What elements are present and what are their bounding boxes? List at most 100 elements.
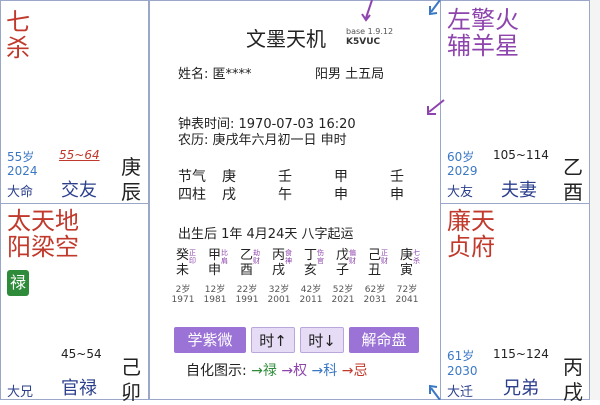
dayun-year: 2011 xyxy=(299,295,323,305)
blue-arrow-icon xyxy=(429,384,441,400)
dayun-year: 1981 xyxy=(203,295,227,305)
dayun-branch: 申 xyxy=(208,263,222,278)
dayun-age: 32岁 xyxy=(268,285,290,295)
dayun-god-top: 食 xyxy=(285,249,292,257)
dayun-god-bottom: 肩 xyxy=(221,257,228,265)
hua-label: 自化图示: xyxy=(186,363,247,379)
purple-arrow-icon xyxy=(427,99,445,115)
dayun-age: 52岁 xyxy=(332,285,354,295)
purple-arrow-icon xyxy=(361,0,373,22)
palace-chen[interactable]: 七杀 55岁 55~64 2024 大命 交友 庚 辰 xyxy=(0,0,149,204)
palace-stars-row2: 辅羊星 xyxy=(447,32,519,60)
age-label: 61岁 xyxy=(447,349,475,363)
dayun-god-bottom: 财 xyxy=(349,257,356,265)
palace-name: 官禄 xyxy=(61,378,97,399)
dayun-god-top: 七 xyxy=(413,249,420,257)
da-label: 大迁 xyxy=(447,385,474,400)
dayun-stem: 乙 xyxy=(240,248,254,263)
sizhu-label: 四柱 xyxy=(178,187,206,203)
decade-range: 115~124 xyxy=(493,347,549,361)
time-up-button[interactable]: 时↑ xyxy=(251,327,295,353)
dayun-age: 2岁 xyxy=(175,285,191,295)
dayun-branch: 亥 xyxy=(304,263,318,278)
palace-stars-row1: 左擎火 xyxy=(447,7,519,33)
right-edge-strip xyxy=(590,0,600,400)
palace-name: 夫妻 xyxy=(501,180,537,201)
age-label: 55岁 xyxy=(7,150,35,164)
name-field: 姓名: 匿**** xyxy=(178,67,252,82)
palace-stars-row1: 太天地 xyxy=(7,207,79,235)
blue-arrow-icon xyxy=(429,0,441,16)
dayun-stem: 庚 xyxy=(400,248,414,263)
hua-lu-arrow: → xyxy=(251,363,263,379)
pillar-branch: 午 xyxy=(278,187,292,203)
version-label: base 1.9.12 xyxy=(346,27,394,36)
dayun-god-top: 偏 xyxy=(349,249,356,257)
da-label: 大命 xyxy=(7,185,34,200)
dayun-year: 2031 xyxy=(363,295,387,305)
dayun-god-bottom: 财 xyxy=(381,257,388,265)
palace-you[interactable]: 左擎火 辅羊星 60岁 105~114 2029 大友 夫妻 乙 酉 xyxy=(440,0,590,204)
dayun-god-top: 正 xyxy=(381,249,388,257)
branch: 戌 xyxy=(563,380,583,404)
pillar-branch: 戌 xyxy=(222,187,236,203)
da-label: 大兄 xyxy=(7,385,34,400)
dayun-god-bottom: 神 xyxy=(285,257,292,265)
dayun-god-top: 比 xyxy=(221,249,228,257)
dayun-god-bottom: 财 xyxy=(253,257,260,265)
hua-quan-arrow: → xyxy=(281,363,294,379)
palace-stars-row2: 阳梁空 xyxy=(7,233,79,261)
branch: 辰 xyxy=(121,180,141,204)
palace-xu[interactable]: 廉天 贞府 61岁 115~124 2030 大迁 兄弟 丙 戌 xyxy=(440,203,590,404)
age-label: 60岁 xyxy=(447,150,475,164)
time-down-button[interactable]: 时↓ xyxy=(300,327,344,353)
dayun-god-top: 伤 xyxy=(317,249,324,257)
dayun-branch: 戌 xyxy=(272,263,286,278)
dayun-branch: 丑 xyxy=(368,263,382,278)
pillar-stem: 壬 xyxy=(390,169,404,185)
lunar-date: 农历: 庚戌年六月初一日 申时 xyxy=(178,133,347,148)
palace-name: 兄弟 xyxy=(503,378,539,399)
dayun-god-top: 劫 xyxy=(253,249,260,257)
jieming-button[interactable]: 解命盘 xyxy=(349,327,419,353)
dayun-branch: 子 xyxy=(336,263,350,278)
dayun-stem: 丁 xyxy=(304,248,318,263)
dayun-god-bottom: 官 xyxy=(317,257,324,265)
xue-ziwei-button[interactable]: 学紫微 xyxy=(174,327,246,353)
branch: 卯 xyxy=(121,380,141,404)
pillar-stem: 庚 xyxy=(222,169,236,185)
center-info-panel: 文墨天机 base 1.9.12 K5VUC 姓名: 匿**** 阳男 土五局 … xyxy=(149,0,441,400)
decade-range: 105~114 xyxy=(493,148,549,162)
hua-quan: 权 xyxy=(293,363,308,379)
decade-range: 45~54 xyxy=(61,347,102,361)
palace-mao[interactable]: 太天地 阳梁空 禄 45~54 大兄 官禄 己 卯 xyxy=(0,203,149,404)
dayun-stem: 戊 xyxy=(336,248,350,263)
gender-bureau: 阳男 土五局 xyxy=(315,67,385,82)
pillar-stem: 甲 xyxy=(334,169,348,185)
app-title: 文墨天机 xyxy=(246,27,326,51)
dayun-god-bottom: 印 xyxy=(189,257,196,265)
dayun-year: 1971 xyxy=(171,295,195,305)
luck-start: 出生后 1年 4月24天 八字起运 xyxy=(178,227,354,242)
hua-ke-arrow: → xyxy=(311,363,324,379)
dayun-age: 22岁 xyxy=(236,285,258,295)
dayun-stem: 丙 xyxy=(272,248,286,263)
hua-lu: 禄 xyxy=(262,363,277,379)
dayun-branch: 寅 xyxy=(400,263,414,278)
hua-ke: 科 xyxy=(323,363,338,379)
hua-ji-arrow: → xyxy=(341,363,354,379)
branch: 酉 xyxy=(563,180,583,204)
palace-name: 交友 xyxy=(61,180,97,201)
dayun-year: 2041 xyxy=(395,295,419,305)
dayun-god-bottom: 杀 xyxy=(413,257,420,265)
dayun-year: 2021 xyxy=(331,295,355,305)
hua-ji: 忌 xyxy=(353,363,368,379)
decade-range: 55~64 xyxy=(59,148,100,162)
year-label: 2029 xyxy=(447,164,478,178)
lu-badge: 禄 xyxy=(7,270,29,296)
dayun-age: 12岁 xyxy=(204,285,226,295)
palace-stars-row2: 贞府 xyxy=(447,233,495,261)
year-label: 2030 xyxy=(447,364,478,378)
pillar-stem: 壬 xyxy=(278,169,292,185)
star-zuofu: 左擎火 xyxy=(447,6,519,34)
